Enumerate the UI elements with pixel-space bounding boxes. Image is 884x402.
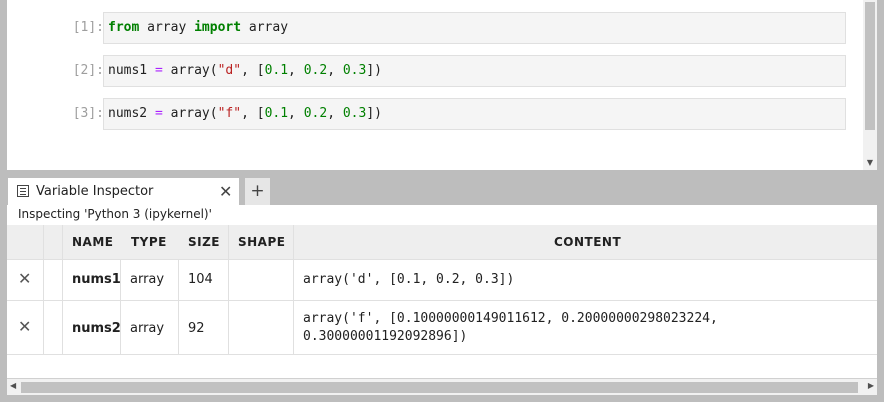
code-token: 0.2 bbox=[303, 106, 328, 121]
code-cell-1[interactable]: [1]: from array import array bbox=[7, 12, 863, 44]
add-tab-button[interactable]: + bbox=[244, 177, 271, 205]
variable-size: 92 bbox=[188, 321, 205, 336]
code-token: array bbox=[139, 20, 195, 35]
inspector-horizontal-scrollbar[interactable]: ◀ ▶ bbox=[7, 378, 877, 395]
code-token: , bbox=[288, 106, 304, 121]
code-token: = bbox=[154, 63, 163, 78]
variable-name[interactable]: nums2 bbox=[72, 321, 121, 336]
code-token: from bbox=[108, 20, 140, 35]
code-token: ]) bbox=[366, 63, 382, 78]
notebook-panel: [1]: from array import array [2]: nums1 … bbox=[7, 0, 863, 170]
code-token: , [ bbox=[241, 63, 265, 78]
column-header-size[interactable]: SIZE bbox=[188, 225, 220, 259]
table-header: NAME TYPE SIZE SHAPE CONTENT bbox=[7, 225, 877, 259]
scroll-left-arrow-icon[interactable]: ◀ bbox=[10, 381, 16, 390]
list-icon bbox=[17, 185, 29, 197]
code-token: ]) bbox=[366, 106, 382, 121]
scroll-down-arrow-icon[interactable]: ▼ bbox=[863, 158, 877, 167]
variable-content-line: array('f', [0.10000000149011612, 0.20000… bbox=[303, 311, 718, 326]
code-token: array bbox=[241, 20, 289, 35]
table-row: ✕ nums2 array 92 array('f', [0.100000001… bbox=[7, 300, 877, 355]
code-token: , bbox=[327, 106, 343, 121]
cell-prompt: [1]: bbox=[72, 20, 104, 35]
panel-tab-bar: Variable Inspector ✕ + bbox=[7, 177, 877, 205]
code-token: , bbox=[288, 63, 304, 78]
scrollbar-thumb[interactable] bbox=[21, 382, 858, 393]
code-token: "d" bbox=[217, 63, 242, 78]
scroll-right-arrow-icon[interactable]: ▶ bbox=[868, 381, 874, 390]
code-token: 0.3 bbox=[342, 106, 367, 121]
variable-type: array bbox=[130, 272, 165, 287]
tab-variable-inspector[interactable]: Variable Inspector ✕ bbox=[7, 177, 240, 205]
tab-label: Variable Inspector bbox=[36, 184, 154, 199]
notebook-vertical-scrollbar[interactable]: ▼ bbox=[863, 0, 877, 170]
column-header-content[interactable]: CONTENT bbox=[554, 225, 621, 259]
variable-content-line: 0.30000001192092896]) bbox=[303, 329, 468, 344]
delete-variable-icon[interactable]: ✕ bbox=[18, 269, 31, 288]
column-header-shape[interactable]: SHAPE bbox=[238, 225, 285, 259]
code-editor[interactable]: nums1 = array("d", [0.1, 0.2, 0.3]) bbox=[103, 55, 846, 87]
code-token: = bbox=[154, 106, 163, 121]
column-header-type[interactable]: TYPE bbox=[131, 225, 167, 259]
code-token: , [ bbox=[241, 106, 265, 121]
variable-name[interactable]: nums1 bbox=[72, 272, 121, 287]
column-header-name[interactable]: NAME bbox=[72, 225, 113, 259]
code-token: 0.1 bbox=[264, 63, 289, 78]
code-token: 0.2 bbox=[303, 63, 328, 78]
code-token: 0.3 bbox=[342, 63, 367, 78]
close-tab-icon[interactable]: ✕ bbox=[219, 182, 232, 201]
code-editor[interactable]: nums2 = array("f", [0.1, 0.2, 0.3]) bbox=[103, 98, 846, 130]
cell-prompt: [3]: bbox=[72, 106, 104, 121]
code-token: , bbox=[327, 63, 343, 78]
code-token: array( bbox=[162, 106, 218, 121]
code-editor[interactable]: from array import array bbox=[103, 12, 846, 44]
variable-type: array bbox=[130, 321, 165, 336]
cell-prompt: [2]: bbox=[72, 63, 104, 78]
variable-size: 104 bbox=[188, 272, 213, 287]
delete-variable-icon[interactable]: ✕ bbox=[18, 317, 31, 336]
code-token: array( bbox=[162, 63, 218, 78]
code-token: "f" bbox=[217, 106, 242, 121]
code-token: import bbox=[194, 20, 242, 35]
variable-content-line: array('d', [0.1, 0.2, 0.3]) bbox=[303, 272, 515, 287]
variable-inspector-panel: Inspecting 'Python 3 (ipykernel)' NAME T… bbox=[7, 205, 877, 395]
inspecting-kernel-label: Inspecting 'Python 3 (ipykernel)' bbox=[18, 207, 212, 221]
code-cell-3[interactable]: [3]: nums2 = array("f", [0.1, 0.2, 0.3]) bbox=[7, 98, 863, 130]
scrollbar-thumb[interactable] bbox=[865, 2, 875, 130]
code-cell-2[interactable]: [2]: nums1 = array("d", [0.1, 0.2, 0.3]) bbox=[7, 55, 863, 87]
code-token: nums1 bbox=[108, 63, 155, 78]
code-token: 0.1 bbox=[264, 106, 289, 121]
code-token: nums2 bbox=[108, 106, 155, 121]
table-row: ✕ nums1 array 104 array('d', [0.1, 0.2, … bbox=[7, 259, 877, 300]
